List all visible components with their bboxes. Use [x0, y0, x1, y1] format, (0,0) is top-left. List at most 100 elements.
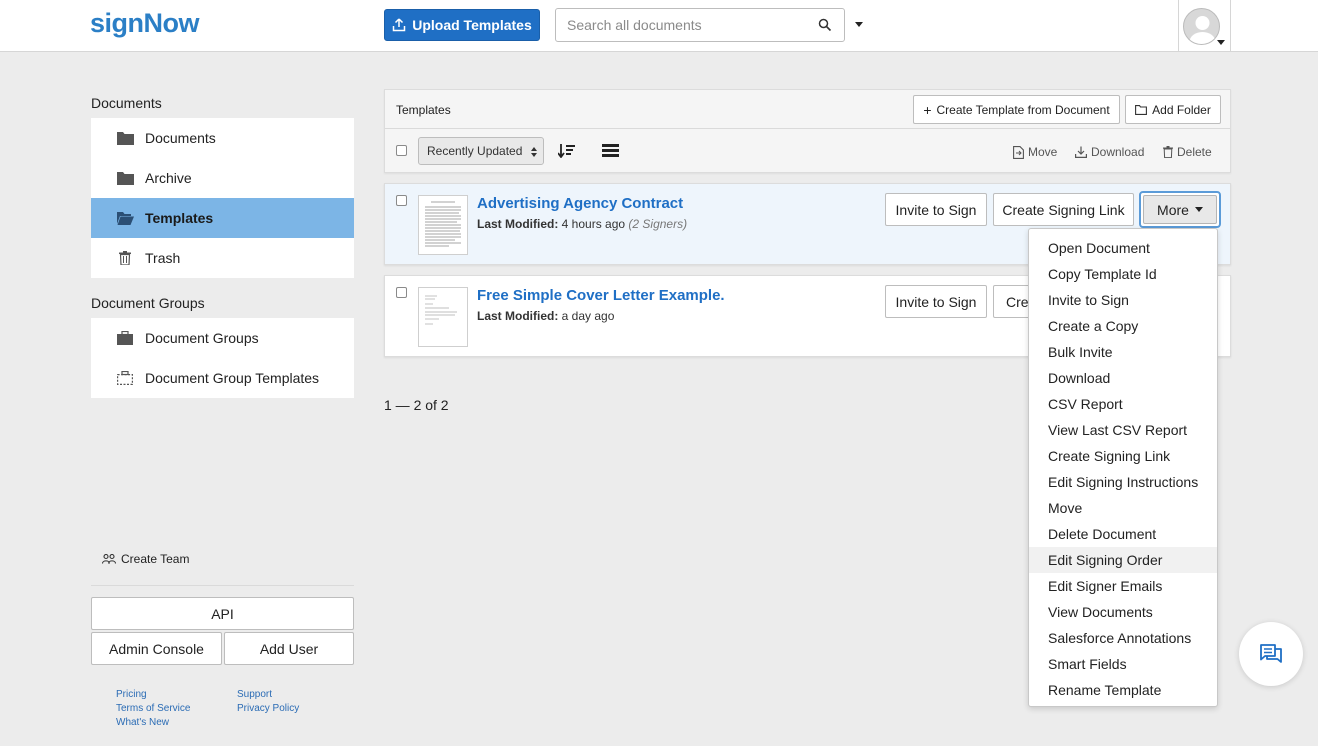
signers-count: (2 Signers) — [628, 217, 688, 231]
document-meta: Last Modified: a day ago — [477, 309, 614, 323]
move-action[interactable]: Move — [1013, 145, 1057, 159]
sidebar-item-document-group-templates[interactable]: Document Group Templates — [91, 358, 354, 398]
footer-links-left: Pricing Terms of Service What's New — [116, 688, 190, 730]
sidebar-divider — [91, 585, 354, 586]
menu-item-edit-signer-emails[interactable]: Edit Signer Emails — [1029, 573, 1217, 599]
menu-item-invite-to-sign[interactable]: Invite to Sign — [1029, 287, 1217, 313]
menu-item-download[interactable]: Download — [1029, 365, 1217, 391]
sidebar-item-label: Document Groups — [145, 330, 259, 346]
pagination-summary: 1 — 2 of 2 — [384, 397, 449, 413]
last-modified-label: Last Modified: — [477, 217, 559, 231]
menu-item-edit-signing-instructions[interactable]: Edit Signing Instructions — [1029, 469, 1217, 495]
document-preview-lines — [425, 201, 461, 247]
menu-item-salesforce-annotations[interactable]: Salesforce Annotations — [1029, 625, 1217, 651]
menu-item-copy-template-id[interactable]: Copy Template Id — [1029, 261, 1217, 287]
search-icon[interactable] — [818, 18, 832, 32]
api-button[interactable]: API — [91, 597, 354, 630]
select-all-checkbox[interactable] — [396, 145, 407, 156]
more-button-inner[interactable]: More — [1143, 195, 1217, 224]
create-signing-link-button[interactable]: Create Signing Link — [993, 193, 1134, 226]
invite-to-sign-button[interactable]: Invite to Sign — [885, 285, 987, 318]
avatar[interactable] — [1183, 8, 1220, 45]
add-user-button[interactable]: Add User — [224, 632, 354, 665]
menu-item-rename-template[interactable]: Rename Template — [1029, 677, 1217, 703]
sidebar-item-label: Archive — [145, 170, 192, 186]
search-options-caret-icon[interactable] — [855, 22, 863, 27]
templates-toolbar: Templates + Create Template from Documen… — [384, 89, 1231, 173]
folder-icon — [116, 130, 134, 146]
upload-templates-button[interactable]: Upload Templates — [384, 9, 540, 41]
menu-item-create-signing-link[interactable]: Create Signing Link — [1029, 443, 1217, 469]
terms-of-service-link[interactable]: Terms of Service — [116, 702, 190, 716]
add-folder-button[interactable]: Add Folder — [1125, 95, 1221, 124]
menu-item-smart-fields[interactable]: Smart Fields — [1029, 651, 1217, 677]
documents-nav: Documents Archive Templates Trash — [91, 118, 354, 278]
document-meta: Last Modified: 4 hours ago (2 Signers) — [477, 217, 687, 231]
add-folder-label: Add Folder — [1152, 102, 1211, 117]
menu-item-move[interactable]: Move — [1029, 495, 1217, 521]
create-template-from-document-label: Create Template from Document — [936, 102, 1110, 117]
sidebar-item-trash[interactable]: Trash — [91, 238, 354, 278]
menu-item-open-document[interactable]: Open Document — [1029, 235, 1217, 261]
document-groups-heading: Document Groups — [91, 295, 205, 311]
more-button[interactable]: More — [1139, 191, 1221, 228]
sidebar-item-templates[interactable]: Templates — [91, 198, 354, 238]
more-actions-menu: Open Document Copy Template Id Invite to… — [1028, 228, 1218, 707]
folder-outline-icon — [1135, 104, 1148, 115]
user-silhouette-icon — [1189, 16, 1216, 44]
user-menu[interactable] — [1178, 0, 1231, 52]
admin-console-button[interactable]: Admin Console — [91, 632, 222, 665]
open-folder-icon — [116, 210, 134, 226]
document-title-link[interactable]: Free Simple Cover Letter Example. — [477, 287, 725, 304]
menu-item-edit-signing-order[interactable]: Edit Signing Order — [1029, 547, 1217, 573]
pricing-link[interactable]: Pricing — [116, 688, 190, 702]
invite-to-sign-button[interactable]: Invite to Sign — [885, 193, 987, 226]
sidebar-item-label: Trash — [145, 250, 181, 266]
last-modified-value: 4 hours ago — [561, 217, 626, 231]
document-groups-nav: Document Groups Document Group Templates — [91, 318, 354, 398]
signnow-logo[interactable]: signNow — [90, 8, 200, 39]
document-preview-lines — [425, 295, 457, 325]
sidebar-item-label: Document Group Templates — [145, 370, 320, 386]
document-thumbnail[interactable] — [418, 287, 468, 347]
menu-item-create-a-copy[interactable]: Create a Copy — [1029, 313, 1217, 339]
sidebar-item-label: Templates — [145, 210, 214, 226]
row-checkbox[interactable] — [396, 287, 407, 298]
delete-label: Delete — [1177, 145, 1212, 159]
menu-item-delete-document[interactable]: Delete Document — [1029, 521, 1217, 547]
upload-templates-label: Upload Templates — [412, 17, 532, 33]
sort-order-icon[interactable] — [558, 144, 575, 158]
support-link[interactable]: Support — [237, 688, 299, 702]
move-icon — [1013, 145, 1024, 159]
footer-links-right: Support Privacy Policy — [237, 688, 299, 716]
documents-heading: Documents — [91, 95, 162, 111]
download-action[interactable]: Download — [1075, 145, 1144, 159]
sidebar-item-document-groups[interactable]: Document Groups — [91, 318, 354, 358]
top-header: signNow Upload Templates — [0, 0, 1318, 52]
document-thumbnail[interactable] — [418, 195, 468, 255]
sort-select[interactable]: Recently Updated — [418, 137, 544, 165]
move-label: Move — [1028, 145, 1058, 159]
more-label: More — [1157, 201, 1189, 218]
sidebar-item-documents[interactable]: Documents — [91, 118, 354, 158]
user-menu-caret-icon[interactable] — [1217, 40, 1225, 45]
menu-item-view-documents[interactable]: View Documents — [1029, 599, 1217, 625]
sidebar-item-archive[interactable]: Archive — [91, 158, 354, 198]
team-icon — [102, 554, 116, 564]
create-team-link[interactable]: Create Team — [102, 552, 189, 566]
download-label: Download — [1091, 145, 1145, 159]
privacy-policy-link[interactable]: Privacy Policy — [237, 702, 299, 716]
create-template-from-document-button[interactable]: + Create Template from Document — [913, 95, 1120, 124]
menu-item-view-last-csv-report[interactable]: View Last CSV Report — [1029, 417, 1217, 443]
last-modified-value: a day ago — [561, 309, 615, 323]
menu-item-csv-report[interactable]: CSV Report — [1029, 391, 1217, 417]
chat-support-button[interactable] — [1239, 622, 1303, 686]
search-input[interactable] — [556, 9, 806, 41]
document-title-link[interactable]: Advertising Agency Contract — [477, 195, 683, 212]
row-checkbox[interactable] — [396, 195, 407, 206]
delete-action[interactable]: Delete — [1163, 145, 1212, 159]
list-view-icon[interactable] — [602, 144, 619, 157]
whats-new-link[interactable]: What's New — [116, 716, 190, 730]
create-team-label: Create Team — [121, 552, 190, 566]
menu-item-bulk-invite[interactable]: Bulk Invite — [1029, 339, 1217, 365]
